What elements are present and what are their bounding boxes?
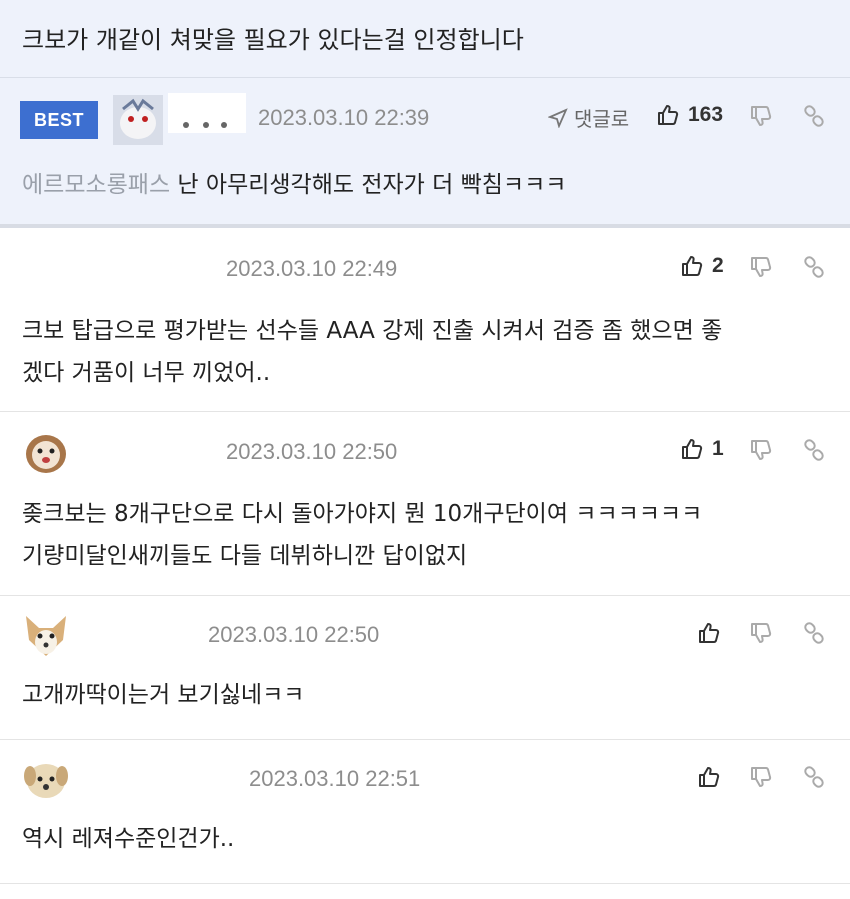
link-icon[interactable]	[802, 765, 826, 789]
comment-line: 고개까딱이는거 보기싫네ㅋㅋ	[22, 682, 305, 708]
comment-text: 에르모소롱패스 난 아무리생각해도 전자가 더 빡침ㅋㅋㅋ	[22, 164, 566, 206]
like-count: 1	[712, 437, 724, 460]
like-button[interactable]: 163	[656, 103, 723, 127]
link-icon[interactable]	[802, 438, 826, 462]
comment-line: 겠다 거품이 너무 끼었어..	[22, 360, 271, 386]
avatar[interactable]	[21, 428, 71, 478]
post-title: 크보가 개같이 쳐맞을 필요가 있다는걸 인정합니다	[22, 26, 524, 54]
like-count: 163	[688, 103, 724, 126]
comment-text: 역시 레져수준인건가..	[22, 818, 234, 860]
thumbs-down-icon[interactable]	[749, 438, 773, 462]
comment-body: 난 아무리생각해도 전자가 더 빡침ㅋㅋㅋ	[170, 172, 567, 198]
reply-label: 댓글로	[574, 107, 630, 131]
comment-line: 크보 탑급으로 평가받는 선수들 AAA 강제 진출 시켜서 검증 좀 했으면 …	[22, 318, 723, 344]
comment-date: 2023.03.10 22:39	[258, 105, 430, 130]
comment-date: 2023.03.10 22:51	[249, 766, 421, 791]
thumbs-up-icon	[682, 439, 703, 459]
comment-line: 기량미달인새끼들도 다들 데뷔하니깐 답이없지	[22, 543, 468, 569]
send-icon	[548, 107, 568, 128]
comment-text: 크보 탑급으로 평가받는 선수들 AAA 강제 진출 시켜서 검증 좀 했으면 …	[22, 310, 722, 394]
like-button[interactable]: 2	[680, 254, 724, 278]
thumbs-up-icon[interactable]	[697, 765, 721, 789]
best-badge: BEST	[20, 101, 98, 139]
thumbs-up-icon	[682, 256, 703, 276]
comment-text: 고개까딱이는거 보기싫네ㅋㅋ	[22, 674, 304, 716]
mention-prefix: 에르모소롱패스	[22, 172, 171, 198]
comment-item: 2023.03.10 22:50 1 좆크보는 8개구단으로 다시 돌아가야지 …	[0, 412, 850, 596]
thumbs-down-icon[interactable]	[749, 104, 773, 128]
avatar[interactable]	[113, 95, 163, 145]
comment-line: 좆크보는 8개구단으로 다시 돌아가야지 뭔 10개구단이여 ㅋㅋㅋㅋㅋㅋ	[22, 501, 703, 527]
link-icon[interactable]	[802, 255, 826, 279]
comment-date: 2023.03.10 22:50	[208, 622, 380, 647]
comment-item: 2023.03.10 22:51 역시 레져수준인건가..	[0, 740, 850, 884]
link-icon[interactable]	[802, 104, 826, 128]
like-button[interactable]: 1	[680, 437, 724, 461]
post-title-bar: 크보가 개같이 쳐맞을 필요가 있다는걸 인정합니다	[0, 0, 850, 78]
comment-item: 2023.03.10 22:50 고개까딱이는거 보기싫네ㅋㅋ	[0, 596, 850, 740]
avatar[interactable]	[21, 754, 71, 804]
avatar[interactable]	[21, 610, 71, 660]
comment-date: 2023.03.10 22:49	[226, 256, 398, 281]
nickname-redacted	[168, 93, 246, 133]
best-comment: BEST 2023.03.10 22:39 댓글로 163 에르모소롱패스 난 …	[0, 78, 850, 228]
link-icon[interactable]	[802, 621, 826, 645]
comment-text: 좆크보는 8개구단으로 다시 돌아가야지 뭔 10개구단이여 ㅋㅋㅋㅋㅋㅋ 기량…	[22, 493, 702, 577]
thumbs-down-icon[interactable]	[749, 255, 773, 279]
comment-item: 2023.03.10 22:49 2 크보 탑급으로 평가받는 선수들 AAA …	[0, 228, 850, 412]
comment-date: 2023.03.10 22:50	[226, 439, 398, 464]
comment-line: 역시 레져수준인건가..	[22, 826, 235, 852]
like-count: 2	[712, 254, 724, 277]
thumbs-down-icon[interactable]	[749, 621, 773, 645]
thumbs-up-icon[interactable]	[697, 621, 721, 645]
thumbs-up-icon	[658, 105, 679, 125]
reply-link[interactable]: 댓글로	[548, 103, 629, 132]
thumbs-down-icon[interactable]	[749, 765, 773, 789]
